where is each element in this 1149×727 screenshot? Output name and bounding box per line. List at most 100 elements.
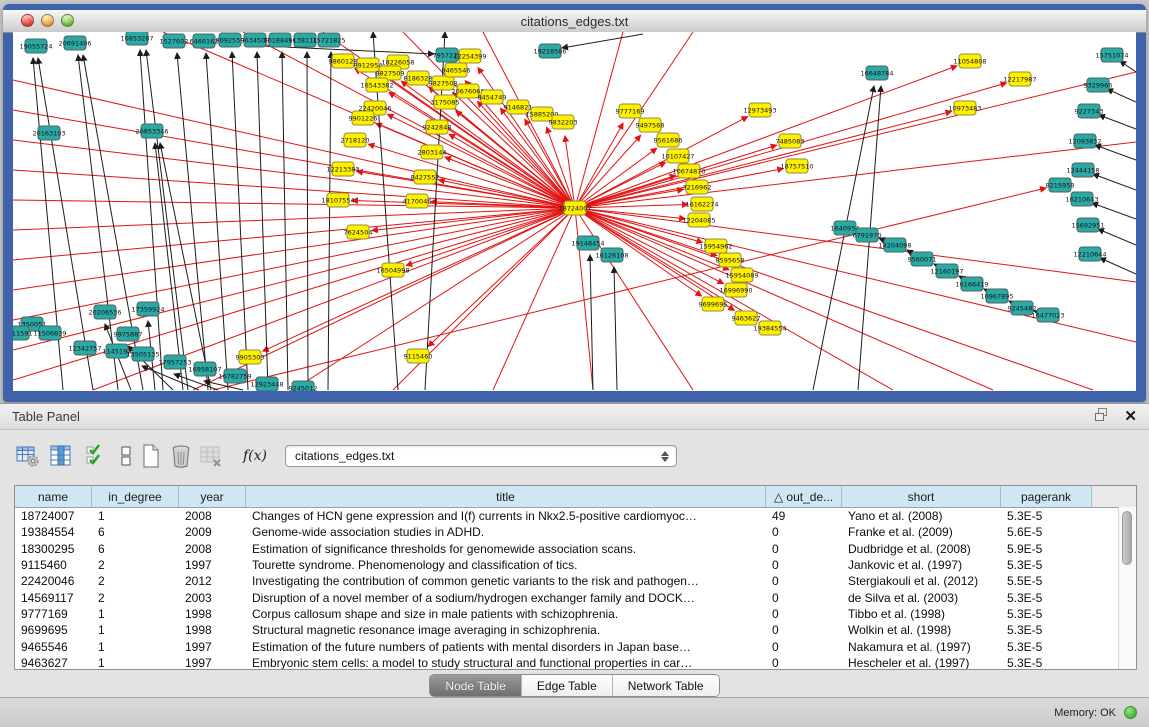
graph-node[interactable]: 9245012 [289, 381, 318, 391]
tab-network-table[interactable]: Network Table [613, 675, 719, 696]
table-cell[interactable]: 6 [92, 542, 179, 556]
table-row[interactable]: 969969511998Structural magnetic resonanc… [15, 622, 1136, 638]
table-cell[interactable]: 0 [766, 607, 842, 621]
graph-node[interactable]: 9465546 [442, 63, 471, 77]
graph-edge[interactable] [575, 111, 951, 208]
table-cell[interactable]: 9463627 [15, 656, 92, 670]
table-cell[interactable]: 2012 [179, 574, 246, 588]
table-cell[interactable]: Hescheler et al. (1997) [842, 656, 1001, 670]
graph-node[interactable]: 2803144 [418, 145, 447, 159]
graph-node[interactable]: 9699695 [699, 297, 728, 311]
graph-node[interactable]: 16504998 [376, 263, 409, 277]
table-cell[interactable]: 5.3E-5 [1001, 558, 1092, 572]
table-cell[interactable]: Stergiakouli et al. (2012) [842, 574, 1001, 588]
table-cell[interactable]: 1997 [179, 558, 246, 572]
graph-node[interactable]: 16648784 [860, 66, 893, 80]
table-cell[interactable]: 0 [766, 558, 842, 572]
table-row[interactable]: 1938455462009Genome-wide association stu… [15, 524, 1136, 540]
table-cell[interactable]: 9699695 [15, 623, 92, 637]
graph-node[interactable]: 9901226 [349, 111, 378, 125]
table-cell[interactable]: 9465546 [15, 640, 92, 654]
graph-node[interactable]: 9560071 [908, 252, 937, 266]
table-cell[interactable]: 19384554 [15, 525, 92, 539]
tab-edge-table[interactable]: Edge Table [522, 675, 613, 696]
table-cell[interactable]: 0 [766, 640, 842, 654]
graph-node[interactable]: 8427552 [411, 170, 440, 184]
delete-column-icon[interactable] [170, 444, 192, 473]
graph-node[interactable]: 16782759 [218, 369, 251, 383]
graph-node[interactable]: 8595658 [716, 253, 745, 267]
column-header-pagerank[interactable]: pagerank [1001, 486, 1092, 507]
close-panel-icon[interactable]: ✕ [1124, 409, 1137, 424]
table-cell[interactable]: Nakamura et al. (1997) [842, 640, 1001, 654]
table-cell[interactable]: 1997 [179, 640, 246, 654]
close-window-button[interactable] [21, 14, 34, 27]
graph-edge[interactable] [1120, 61, 1136, 72]
graph-node[interactable]: 6466162 [190, 34, 219, 48]
graph-node[interactable]: 9905303 [236, 350, 265, 364]
table-cell[interactable]: 0 [766, 591, 842, 605]
graph-node[interactable]: 8215958 [1046, 178, 1075, 192]
table-cell[interactable]: Wolkin et al. (1998) [842, 623, 1001, 637]
table-cell[interactable]: 5.3E-5 [1001, 607, 1092, 621]
graph-edge[interactable] [575, 148, 657, 208]
graph-node[interactable]: 7485083 [776, 134, 805, 148]
table-cell[interactable]: 1998 [179, 623, 246, 637]
table-cell[interactable]: 0 [766, 623, 842, 637]
graph-node[interactable]: 12342757 [68, 341, 101, 355]
table-cell[interactable]: Structural magnetic resonance image aver… [246, 623, 766, 637]
graph-node[interactable]: 20206536 [88, 305, 121, 319]
graph-node[interactable]: 7624504 [344, 225, 373, 239]
graph-edge[interactable] [590, 255, 593, 390]
graph-node[interactable]: 9497568 [636, 118, 665, 132]
table-row[interactable]: 977716911998Corpus callosum shape and si… [15, 606, 1136, 622]
table-cell[interactable]: 5.3E-5 [1001, 591, 1092, 605]
graph-node[interactable]: 12160197 [930, 264, 963, 278]
table-cell[interactable]: de Silva et al. (2003) [842, 591, 1001, 605]
graph-edge[interactable] [307, 52, 308, 390]
graph-node[interactable]: 12217987 [1003, 72, 1036, 86]
graph-edge[interactable] [562, 34, 643, 48]
graph-edge[interactable] [376, 123, 575, 208]
graph-node[interactable]: 19055724 [19, 39, 52, 53]
table-row[interactable]: 1872400712008Changes of HCN gene express… [15, 508, 1136, 524]
table-selector-dropdown[interactable]: citations_edges.txt [285, 445, 677, 467]
graph-edge[interactable] [257, 52, 268, 390]
graph-edge[interactable] [1092, 203, 1136, 219]
graph-node[interactable]: 9463627 [732, 311, 761, 325]
table-cell[interactable]: 1 [92, 607, 179, 621]
graph-node[interactable]: 15721825 [312, 33, 345, 47]
graph-edge[interactable] [1095, 145, 1136, 160]
table-cell[interactable]: 1 [92, 623, 179, 637]
graph-edge[interactable] [263, 208, 575, 351]
graph-node[interactable]: 15954089 [725, 268, 758, 282]
graph-node[interactable]: 9975887 [114, 327, 143, 341]
table-cell[interactable]: 5.9E-5 [1001, 542, 1092, 556]
graph-node[interactable]: 9561686 [654, 133, 683, 147]
function-builder-icon[interactable]: f(x) [243, 448, 267, 464]
table-cell[interactable]: 1 [92, 656, 179, 670]
graph-node[interactable]: 19148454 [571, 236, 604, 250]
graph-node[interactable]: 19218586 [533, 44, 566, 58]
table-row[interactable]: 946554611997Estimation of the future num… [15, 638, 1136, 654]
table-cell[interactable]: 1 [92, 509, 179, 523]
table-cell[interactable]: 18724007 [15, 509, 92, 523]
table-cell[interactable]: 18300295 [15, 542, 92, 556]
graph-node[interactable]: 9832203 [549, 115, 578, 129]
graph-node[interactable]: 9777169 [616, 104, 645, 118]
table-cell[interactable]: Corpus callosum shape and size in male p… [246, 607, 766, 621]
graph-node[interactable]: 10967895 [980, 289, 1013, 303]
table-cell[interactable]: Genome-wide association studies in ADHD. [246, 525, 766, 539]
column-header-in_degree[interactable]: in_degree [92, 486, 179, 507]
graph-node[interactable]: 20163103 [32, 126, 65, 140]
column-header-year[interactable]: year [179, 486, 246, 507]
table-cell[interactable]: 9777169 [15, 607, 92, 621]
table-cell[interactable]: Tibbo et al. (1998) [842, 607, 1001, 621]
graph-edge[interactable] [614, 267, 617, 390]
graph-edge[interactable] [282, 52, 288, 390]
new-column-icon[interactable] [142, 444, 160, 473]
table-cell[interactable]: Investigating the contribution of common… [246, 574, 766, 588]
table-cell[interactable]: 5.3E-5 [1001, 509, 1092, 523]
graph-edge[interactable] [575, 142, 1136, 208]
column-header-name[interactable]: name [15, 486, 92, 507]
